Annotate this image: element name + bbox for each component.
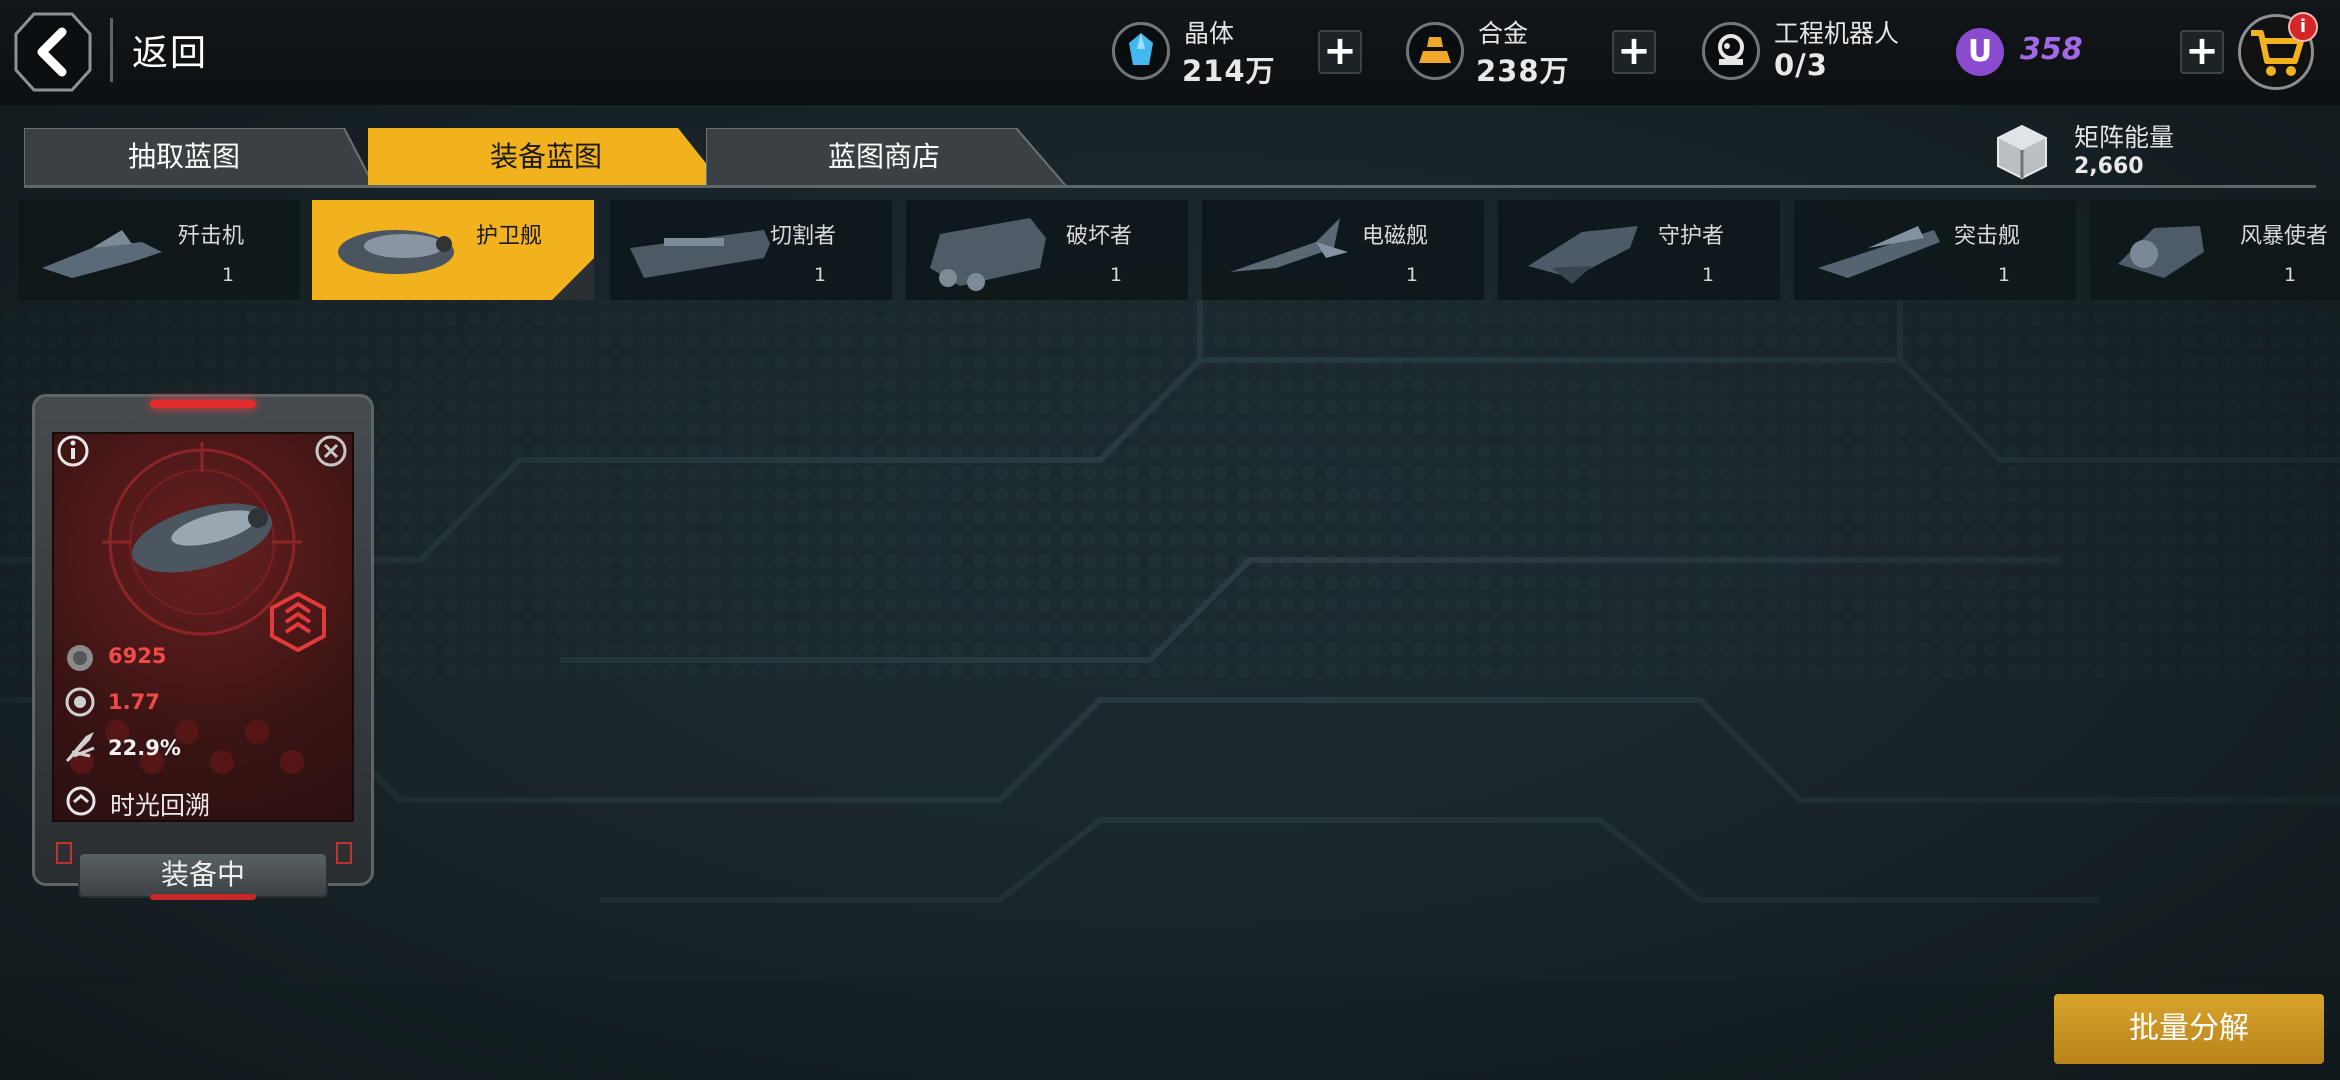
card-corner-left <box>56 842 72 864</box>
ship-name: 护卫舰 <box>476 224 543 249</box>
robot-icon <box>1702 22 1760 80</box>
card-top-light <box>150 400 256 408</box>
selected-corner <box>552 258 594 300</box>
stat-hp-value: 6925 <box>108 644 167 668</box>
ship-count: 1 <box>1702 264 1715 286</box>
speed-icon <box>65 687 95 717</box>
tab-underline <box>24 185 2316 188</box>
robot-value: 0/3 <box>1774 48 1828 82</box>
cutter-ship-icon <box>630 230 770 278</box>
card-corner-right <box>336 842 352 864</box>
time-rewind-icon <box>66 786 96 816</box>
tab-blueprint-shop[interactable]: 蓝图商店 <box>706 128 1062 186</box>
ship-name: 切割者 <box>770 224 837 249</box>
emp-ship-icon <box>1230 218 1348 272</box>
rank-icon <box>270 592 326 652</box>
ship-tab-frigate[interactable]: 护卫舰 <box>312 200 594 300</box>
missile-icon <box>66 732 95 762</box>
hp-icon <box>67 645 93 671</box>
ship-name: 守护者 <box>1658 224 1725 249</box>
storm-bringer-ship-icon <box>2118 226 2204 278</box>
batch-decompose-button[interactable]: 批量分解 <box>2054 994 2324 1064</box>
skill-name: 时光回溯 <box>110 791 211 820</box>
frigate-ship-icon <box>338 230 454 274</box>
matrix-energy-value: 2,660 <box>2074 154 2144 179</box>
ship-tab-guardian[interactable]: 守护者 1 <box>1498 200 1780 300</box>
ship-count: 1 <box>1110 264 1123 286</box>
header-divider <box>110 18 113 82</box>
tab-extract-blueprint[interactable]: 抽取蓝图 <box>24 128 344 186</box>
info-icon[interactable] <box>56 434 90 468</box>
back-button[interactable] <box>14 12 92 92</box>
matrix-energy-icon <box>1997 124 2047 180</box>
u-currency-value: 358 <box>2020 32 2083 67</box>
equipped-status: 装备中 <box>78 852 328 898</box>
u-currency-icon: U <box>1956 28 2004 76</box>
card-bottom-light <box>150 894 256 900</box>
notification-badge: i <box>2288 12 2318 42</box>
crystal-icon <box>1112 22 1170 80</box>
close-icon[interactable] <box>314 434 348 468</box>
fighter-ship-icon <box>42 230 162 278</box>
ship-count: 1 <box>814 264 827 286</box>
ship-count: 1 <box>2284 264 2297 286</box>
ship-name: 破坏者 <box>1066 224 1133 249</box>
stat-speed-value: 1.77 <box>108 690 160 714</box>
add-crystal-button[interactable]: + <box>1318 30 1362 74</box>
matrix-energy-label: 矩阵能量 <box>2074 123 2175 152</box>
ship-name: 风暴使者 <box>2240 224 2329 249</box>
stat-missile-value: 22.9% <box>108 736 181 760</box>
ship-count: 1 <box>1406 264 1419 286</box>
ship-name: 电磁舰 <box>1362 224 1429 249</box>
alloy-value: 238万 <box>1476 54 1570 88</box>
assault-ship-icon <box>1818 226 1940 278</box>
alloy-title: 合金 <box>1478 19 1529 48</box>
ship-name: 突击舰 <box>1954 224 2021 249</box>
crystal-value: 214万 <box>1182 54 1276 88</box>
ship-tab-fighter[interactable]: 歼击机 1 <box>18 200 300 300</box>
ship-tab-emp-ship[interactable]: 电磁舰 1 <box>1202 200 1484 300</box>
destroyer-ship-icon <box>930 218 1046 291</box>
ship-tab-assault-ship[interactable]: 突击舰 1 <box>1794 200 2076 300</box>
ship-tab-storm-bringer[interactable]: 风暴使者 1 <box>2090 200 2340 300</box>
ship-name: 歼击机 <box>178 224 245 249</box>
add-u-currency-button[interactable]: + <box>2180 30 2224 74</box>
ship-tab-destroyer[interactable]: 破坏者 1 <box>906 200 1188 300</box>
guardian-ship-icon <box>1528 226 1638 284</box>
robot-title: 工程机器人 <box>1774 19 1900 48</box>
crystal-title: 晶体 <box>1184 19 1235 48</box>
add-alloy-button[interactable]: + <box>1612 30 1656 74</box>
ship-count: 1 <box>222 264 235 286</box>
ship-count: 1 <box>1998 264 2011 286</box>
ship-tab-cutter[interactable]: 切割者 1 <box>610 200 892 300</box>
tab-equip-blueprint[interactable]: 装备蓝图 <box>368 128 724 186</box>
alloy-icon <box>1406 22 1464 80</box>
back-label[interactable]: 返回 <box>132 24 208 76</box>
